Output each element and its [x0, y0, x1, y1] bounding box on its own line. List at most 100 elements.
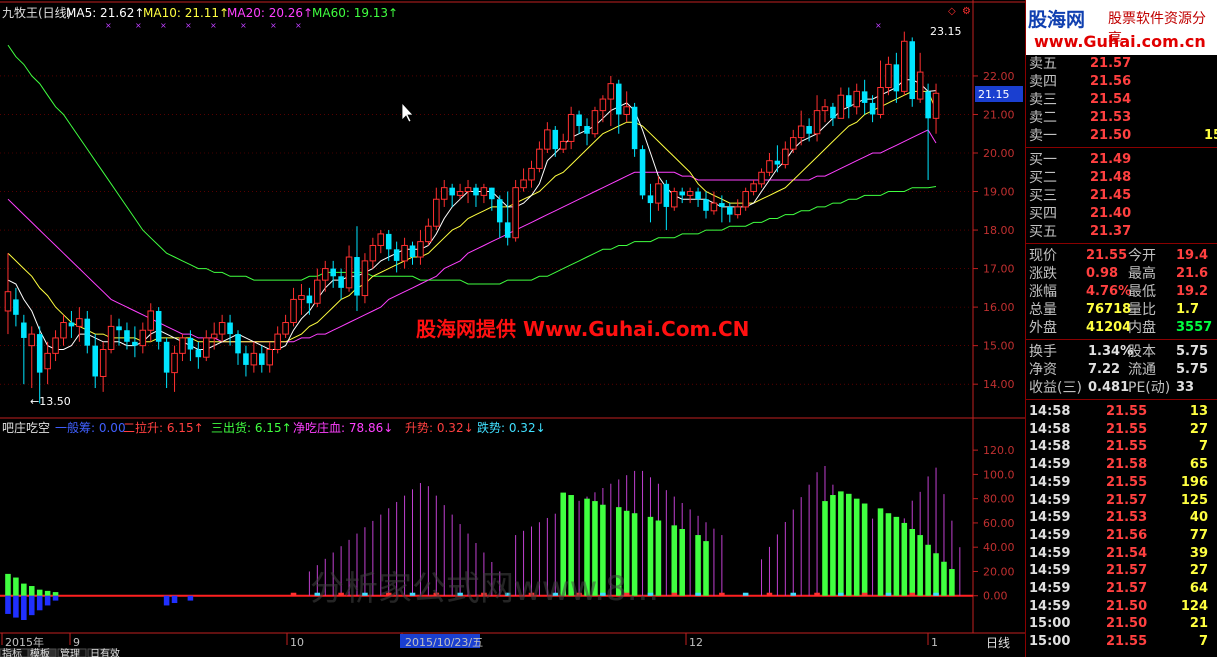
candle-body-down[interactable] [449, 187, 455, 196]
candle-body-up[interactable] [179, 337, 186, 354]
candle-body-up[interactable] [60, 322, 67, 339]
candle-body-up[interactable] [107, 325, 115, 351]
candle-body-up[interactable] [877, 87, 884, 115]
candle-body-down[interactable] [306, 295, 313, 304]
candle-body-down[interactable] [909, 41, 916, 100]
period-label[interactable]: 日线 [986, 636, 1010, 650]
candle-body-down[interactable] [243, 353, 249, 365]
candle-body-up[interactable] [742, 191, 749, 208]
candle-body-up[interactable] [202, 337, 210, 358]
candle-body-down[interactable] [227, 322, 233, 335]
candle-body-down[interactable] [385, 233, 392, 250]
bottom-tab[interactable]: 日有效 [90, 647, 120, 657]
candle-body-down[interactable] [36, 334, 43, 373]
candle-body-up[interactable] [345, 256, 353, 289]
bottom-tabs[interactable]: 指标 模板 管理 日有效 [0, 647, 120, 657]
candle-body-down[interactable] [187, 337, 194, 350]
candle-body-up[interactable] [369, 244, 377, 262]
candle-body-up[interactable] [932, 92, 940, 119]
candle-body-down[interactable] [155, 310, 162, 342]
candle-body-up[interactable] [298, 295, 305, 300]
candle-body-up[interactable] [44, 352, 51, 370]
candle-body-down[interactable] [703, 199, 709, 211]
candle-body-down[interactable] [861, 91, 868, 103]
candle-body-up[interactable] [433, 198, 440, 227]
candle-body-down[interactable] [774, 160, 781, 165]
candle-body-up[interactable] [417, 241, 424, 258]
candle-body-up[interactable] [853, 90, 860, 108]
candle-body-down[interactable] [869, 102, 876, 115]
candle-body-up[interactable] [837, 94, 845, 119]
candle-body-down[interactable] [647, 195, 654, 204]
candle-body-down[interactable] [893, 64, 900, 92]
candle-body-up[interactable] [147, 310, 155, 331]
sell-order-row[interactable]: 卖三 21.54 [1026, 91, 1217, 109]
candle-body-up[interactable] [544, 129, 551, 150]
candle-body-down[interactable] [84, 318, 91, 346]
candle-body-up[interactable] [76, 318, 83, 327]
candle-body-down[interactable] [163, 341, 170, 373]
candle-body-up[interactable] [425, 225, 432, 243]
candle-body-down[interactable] [132, 341, 138, 346]
candle-body-up[interactable] [99, 349, 107, 377]
candle-body-up[interactable] [885, 63, 892, 89]
candle-body-down[interactable] [504, 222, 511, 238]
sell-order-row[interactable]: 卖五 21.57 [1026, 55, 1217, 73]
candle-body-up[interactable] [218, 322, 226, 335]
candle-body-up[interactable] [591, 110, 599, 135]
candle-body-up[interactable] [250, 352, 258, 366]
candle-body-up[interactable] [607, 83, 615, 100]
buy-order-row[interactable]: 买五 21.37 [1026, 223, 1217, 241]
candle-body-down[interactable] [195, 349, 202, 358]
sell-order-row[interactable]: 卖一 21.50 15 [1026, 127, 1217, 145]
candle-body-down[interactable] [235, 334, 241, 354]
candle-body-up[interactable] [480, 187, 488, 196]
candle-body-up[interactable] [758, 171, 765, 185]
candle-body-up[interactable] [813, 110, 821, 135]
candle-body-up[interactable] [821, 106, 829, 112]
candle-body-up[interactable] [456, 191, 464, 196]
settings-icon[interactable]: ⚙ [962, 6, 971, 17]
candle-body-down[interactable] [727, 206, 733, 215]
candle-body-up[interactable] [734, 206, 742, 216]
candle-body-up[interactable] [710, 202, 718, 212]
candle-body-down[interactable] [552, 129, 559, 150]
candle-body-down[interactable] [330, 268, 336, 277]
candle-body-up[interactable] [766, 160, 773, 173]
candle-body-up[interactable] [377, 233, 385, 246]
diamond-icon[interactable]: ◇ [948, 6, 956, 17]
candle-body-up[interactable] [321, 268, 329, 281]
candle-body-up[interactable] [401, 244, 408, 262]
candle-body-up[interactable] [314, 279, 321, 304]
candle-body-up[interactable] [210, 333, 218, 339]
candle-body-down[interactable] [393, 249, 400, 261]
candle-body-up[interactable] [290, 298, 297, 324]
candle-body-up[interactable] [266, 349, 274, 366]
candle-body-down[interactable] [830, 106, 836, 119]
candle-body-down[interactable] [116, 326, 122, 331]
candle-body-down[interactable] [21, 322, 27, 338]
candle-body-down[interactable] [576, 114, 582, 127]
candle-body-down[interactable] [259, 353, 265, 365]
candle-body-up[interactable] [536, 148, 543, 169]
candle-body-up[interactable] [52, 337, 59, 354]
candle-body-down[interactable] [338, 276, 344, 288]
candle-body-down[interactable] [584, 126, 590, 134]
candle-body-up[interactable] [567, 113, 575, 142]
candle-body-up[interactable] [171, 352, 178, 374]
candle-body-down[interactable] [354, 257, 360, 296]
buy-order-row[interactable]: 买二 21.48 [1026, 169, 1217, 187]
bottom-tab[interactable]: 指标 [2, 647, 22, 657]
candle-body-up[interactable] [520, 179, 527, 189]
candle-body-up[interactable] [789, 137, 797, 150]
candle-body-up[interactable] [282, 322, 289, 335]
candle-body-up[interactable] [599, 98, 607, 112]
sell-order-row[interactable]: 卖二 21.53 [1026, 109, 1217, 127]
candle-body-down[interactable] [92, 345, 98, 377]
candle-body-down[interactable] [639, 149, 646, 196]
candle-body-down[interactable] [695, 191, 701, 200]
candle-body-up[interactable] [528, 167, 535, 181]
candle-body-up[interactable] [464, 187, 472, 193]
buy-order-row[interactable]: 买三 21.45 [1026, 187, 1217, 205]
candle-body-up[interactable] [623, 106, 630, 115]
